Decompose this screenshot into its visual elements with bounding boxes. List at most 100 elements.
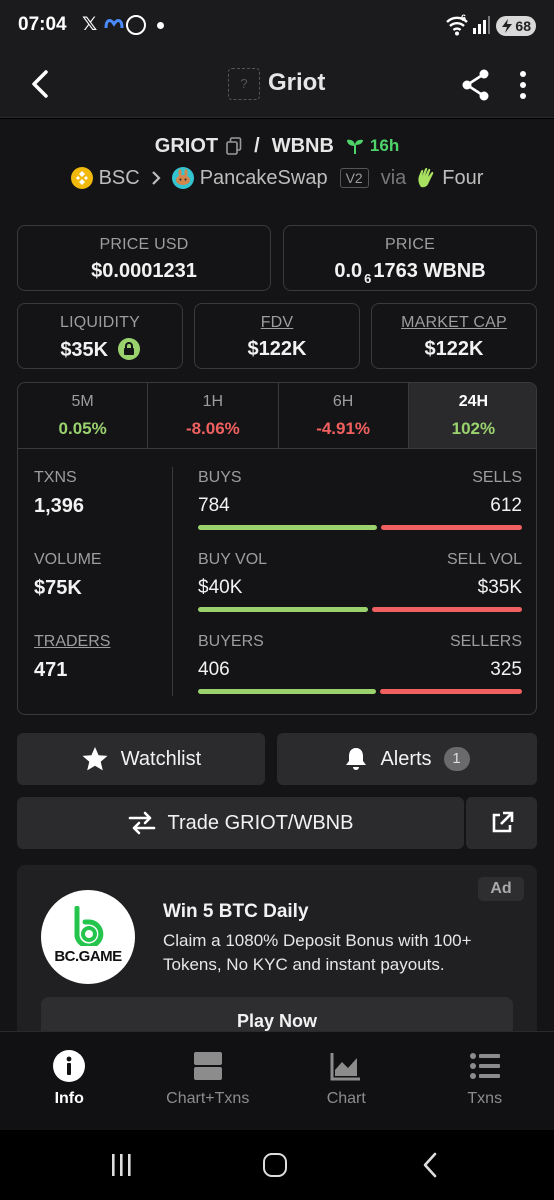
via-label: via: [380, 166, 407, 189]
traders-stat: TRADERS 471: [34, 633, 110, 682]
buyers-sellers-ratio: BUYERS SELLERS 406 325: [198, 633, 522, 703]
market-cap-label[interactable]: MARKET CAP: [372, 314, 536, 332]
launchpad-name[interactable]: Four: [442, 167, 483, 190]
main-content: PRICE USD $0.0001231 PRICE 0.0 6 1763 WBNB…: [0, 205, 554, 1031]
dex-name[interactable]: PancakeSwap: [200, 167, 328, 190]
bc-game-logo-icon: [74, 906, 104, 946]
more-options-icon[interactable]: [512, 68, 534, 102]
nav-info[interactable]: Info: [0, 1032, 139, 1130]
buys-label: BUYS: [198, 469, 242, 486]
info-icon: [53, 1050, 86, 1082]
nav-chart-txns[interactable]: Chart+Txns: [139, 1032, 278, 1130]
buy-vol-label: BUY VOL: [198, 551, 268, 568]
nav-label: Chart+Txns: [166, 1090, 250, 1107]
sell-vol-value: $35K: [477, 577, 522, 598]
notification-dot-icon: [157, 22, 164, 29]
sells-value: 612: [490, 495, 522, 516]
volume-ratio: BUY VOL SELL VOL $40K $35K: [198, 551, 522, 621]
price-native-label: PRICE: [385, 236, 435, 253]
price-native-card: PRICE 0.0 6 1763 WBNB: [283, 225, 537, 291]
watchlist-button[interactable]: Watchlist: [17, 733, 265, 785]
system-back-icon[interactable]: [422, 1152, 438, 1178]
sellers-value: 325: [490, 659, 522, 680]
sprout-icon: [346, 139, 363, 154]
price-native-digits: 1763 WBNB: [373, 260, 486, 282]
locked-liquidity-icon[interactable]: [117, 338, 140, 360]
back-arrow-icon[interactable]: [24, 66, 60, 102]
tab-label: 5M: [71, 393, 94, 410]
price-usd-card: PRICE USD $0.0001231: [17, 225, 271, 291]
pair-base-token: GRIOT: [154, 134, 219, 157]
pair-separator: /: [254, 134, 260, 157]
price-usd-value: $0.0001231: [91, 260, 197, 282]
fdv-card[interactable]: FDV $122K: [194, 303, 360, 369]
tab-5m[interactable]: 5M 0.05%: [18, 383, 149, 448]
volume-value: $75K: [34, 577, 82, 599]
swap-arrows-icon: [128, 811, 155, 835]
market-cap-card[interactable]: MARKET CAP $122K: [371, 303, 537, 369]
system-navigation-bar: [0, 1130, 554, 1200]
traders-value: 471: [34, 659, 68, 681]
share-icon[interactable]: [460, 68, 492, 102]
list-icon: [469, 1053, 500, 1079]
timeframe-tabs: 5M 0.05% 1H -8.06% 6H -4.91% 24H 102%: [18, 383, 536, 449]
meta-app-icon: [104, 19, 124, 29]
home-button-icon[interactable]: [263, 1153, 287, 1177]
buyers-label: BUYERS: [198, 633, 264, 650]
alerts-button[interactable]: Alerts 1: [277, 733, 537, 785]
ad-cta-button[interactable]: Play Now: [41, 997, 513, 1031]
stats-divider: [172, 467, 173, 696]
ad-card[interactable]: Ad BC.GAME Win 5 BTC Daily Claim a 1080%…: [17, 865, 537, 1031]
ad-badge: Ad: [478, 877, 524, 901]
bottom-navigation: Info Chart+Txns Chart Txns: [0, 1031, 554, 1130]
buy-vol-value: $40K: [198, 577, 243, 598]
battery-indicator: 68: [496, 16, 536, 36]
battery-level: 68: [515, 18, 531, 34]
advertiser-brand: BC.GAME: [54, 948, 122, 965]
copy-icon[interactable]: [226, 137, 242, 155]
price-native-value: 0.0 6 1763 WBNB: [284, 260, 536, 286]
chain-network[interactable]: BSC: [99, 167, 140, 190]
signal-icon: [473, 16, 490, 34]
liquidity-label: LIQUIDITY: [59, 314, 141, 331]
buyers-bar: [198, 689, 376, 694]
advertiser-logo: BC.GAME: [41, 890, 135, 984]
sells-label: SELLS: [472, 469, 522, 486]
fdv-label[interactable]: FDV: [195, 314, 359, 332]
trade-button[interactable]: Trade GRIOT/WBNB: [17, 797, 464, 849]
tab-24h[interactable]: 24H 102%: [408, 383, 536, 448]
pair-age: 16h: [369, 136, 400, 155]
traders-label[interactable]: TRADERS: [34, 633, 110, 651]
buyers-value: 406: [198, 659, 230, 680]
chart-icon: [330, 1053, 361, 1081]
recent-apps-icon[interactable]: [110, 1152, 132, 1178]
nav-chart[interactable]: Chart: [277, 1032, 416, 1130]
buys-bar: [198, 525, 377, 530]
star-icon: [82, 747, 108, 771]
pair-quote-token: WBNB: [271, 134, 334, 157]
tab-change: -8.06%: [185, 419, 240, 438]
external-link-button[interactable]: [465, 797, 537, 849]
bsc-chain-icon: [70, 167, 93, 189]
tab-change: -4.91%: [316, 419, 371, 438]
pair-info: GRIOT / WBNB 16h BSC PancakeSwap V2 via …: [0, 119, 554, 205]
sell-vol-label: SELL VOL: [446, 551, 522, 568]
nav-txns[interactable]: Txns: [416, 1032, 554, 1130]
wifi-label: 6: [461, 13, 467, 23]
txns-stat: TXNS 1,396: [34, 469, 84, 518]
volume-stat: VOLUME $75K: [34, 551, 102, 600]
status-time: 07:04: [18, 14, 67, 35]
bell-icon: [346, 748, 367, 770]
price-native-subscript: 6: [364, 271, 372, 286]
alerts-count-badge: 1: [443, 747, 470, 771]
alerts-label: Alerts: [380, 747, 432, 770]
watchlist-label: Watchlist: [120, 747, 202, 770]
liquidity-card: LIQUIDITY $35K: [17, 303, 183, 369]
pair-row: GRIOT / WBNB 16h: [0, 133, 554, 159]
charging-bolt-icon: [502, 19, 512, 33]
tab-6h[interactable]: 6H -4.91%: [279, 383, 409, 448]
tab-1h[interactable]: 1H -8.06%: [148, 383, 279, 448]
tab-label: 1H: [202, 393, 224, 410]
nav-label: Info: [54, 1090, 84, 1107]
price-native-prefix: 0.0: [334, 260, 363, 282]
